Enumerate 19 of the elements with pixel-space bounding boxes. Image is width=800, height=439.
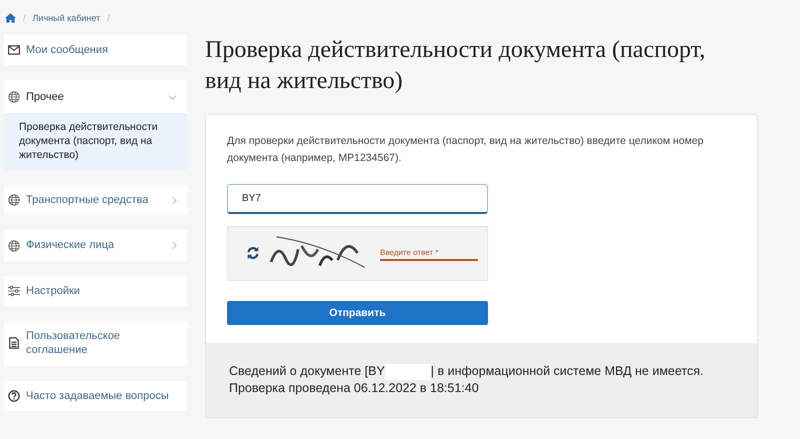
breadcrumb-separator: /	[23, 13, 26, 23]
breadcrumb-separator: /	[107, 13, 110, 23]
sidebar-subitem[interactable]: Проверка действительности документа (паспорт, вид на жительство)	[4, 112, 187, 170]
check-time-text: Проверка проведена 06.12.2022 в 18:51:40	[229, 380, 480, 398]
result-text: Сведений о документе [BY	[229, 362, 385, 380]
document-number-field[interactable]: BY7	[227, 184, 488, 214]
sidebar-item[interactable]: Пользовательское соглашение	[4, 321, 187, 366]
sidebar-item[interactable]: Физические лица	[4, 230, 187, 261]
instruction-text: Для проверки действительности документа (паспорт, вид на жительство) введите целиком номер документа (например, MP1234567).	[227, 134, 704, 166]
result-text: | в информационной системе МВД не имеется.	[430, 362, 704, 380]
sidebar-item[interactable]: Прочее	[4, 80, 187, 113]
page-title: Проверка действительности документа (паспорт, вид на жительство)	[205, 36, 706, 96]
breadcrumb-link[interactable]: Личный кабинет	[32, 13, 100, 23]
submit-button[interactable]: Отправить	[227, 300, 488, 325]
sidebar-item[interactable]: Транспортные средства	[4, 185, 187, 216]
sidebar-item[interactable]: Мои сообщения	[4, 35, 187, 66]
sidebar-item[interactable]: Часто задаваемые вопросы	[4, 380, 187, 411]
sidebar-item[interactable]: Настройки	[4, 276, 187, 306]
captcha-answer-field[interactable]: Введите ответ *	[380, 246, 478, 261]
